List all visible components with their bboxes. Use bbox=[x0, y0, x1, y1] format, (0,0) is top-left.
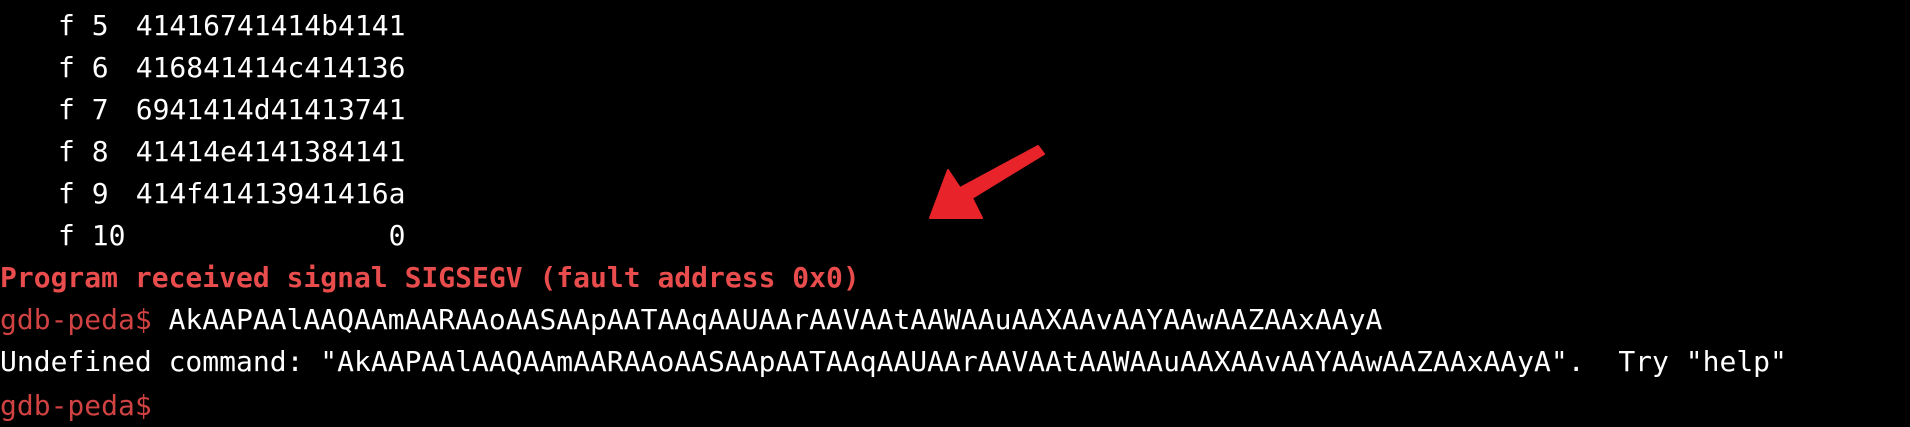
frame-label: f bbox=[58, 135, 75, 168]
frame-value: 416841414c414136 bbox=[135, 51, 406, 84]
frame-number: 7 bbox=[91, 93, 109, 126]
frame-number: 9 bbox=[91, 177, 109, 210]
frame-value: 41416741414b4141 bbox=[135, 9, 406, 42]
gdb-prompt: gdb-peda$ bbox=[0, 303, 152, 336]
frame-label: f bbox=[58, 219, 75, 252]
frame-label: f bbox=[58, 9, 75, 42]
frame-line-6: f 6 416841414c414136 bbox=[0, 47, 1910, 89]
frame-value: 0 bbox=[135, 219, 406, 252]
command-input[interactable]: AkAAPAAlAAQAAmAARAAoAASAApAATAAqAAUAArAA… bbox=[152, 303, 1383, 336]
command-line[interactable]: gdb-peda$ AkAAPAAlAAQAAmAARAAoAASAApAATA… bbox=[0, 299, 1910, 341]
frame-label: f bbox=[58, 93, 75, 126]
frame-label: f bbox=[58, 51, 75, 84]
next-prompt[interactable]: gdb-peda$ bbox=[0, 385, 152, 427]
frame-number: 8 bbox=[91, 135, 109, 168]
red-arrow-icon bbox=[929, 145, 1045, 219]
error-output: Undefined command: "AkAAPAAlAAQAAmAARAAo… bbox=[0, 345, 1787, 378]
frame-value: 41414e4141384141 bbox=[135, 135, 406, 168]
frame-label: f bbox=[58, 177, 75, 210]
frame-number: 5 bbox=[91, 9, 109, 42]
signal-message: Program received signal SIGSEGV (fault a… bbox=[0, 261, 860, 294]
frame-number: 10 bbox=[91, 219, 126, 252]
frame-value: 414f41413941416a bbox=[135, 177, 406, 210]
frame-value: 6941414d41413741 bbox=[135, 93, 406, 126]
frame-number: 6 bbox=[91, 51, 109, 84]
frame-line-7: f 7 6941414d41413741 bbox=[0, 89, 1910, 131]
frame-line-5: f 5 41416741414b4141 bbox=[0, 5, 1910, 47]
